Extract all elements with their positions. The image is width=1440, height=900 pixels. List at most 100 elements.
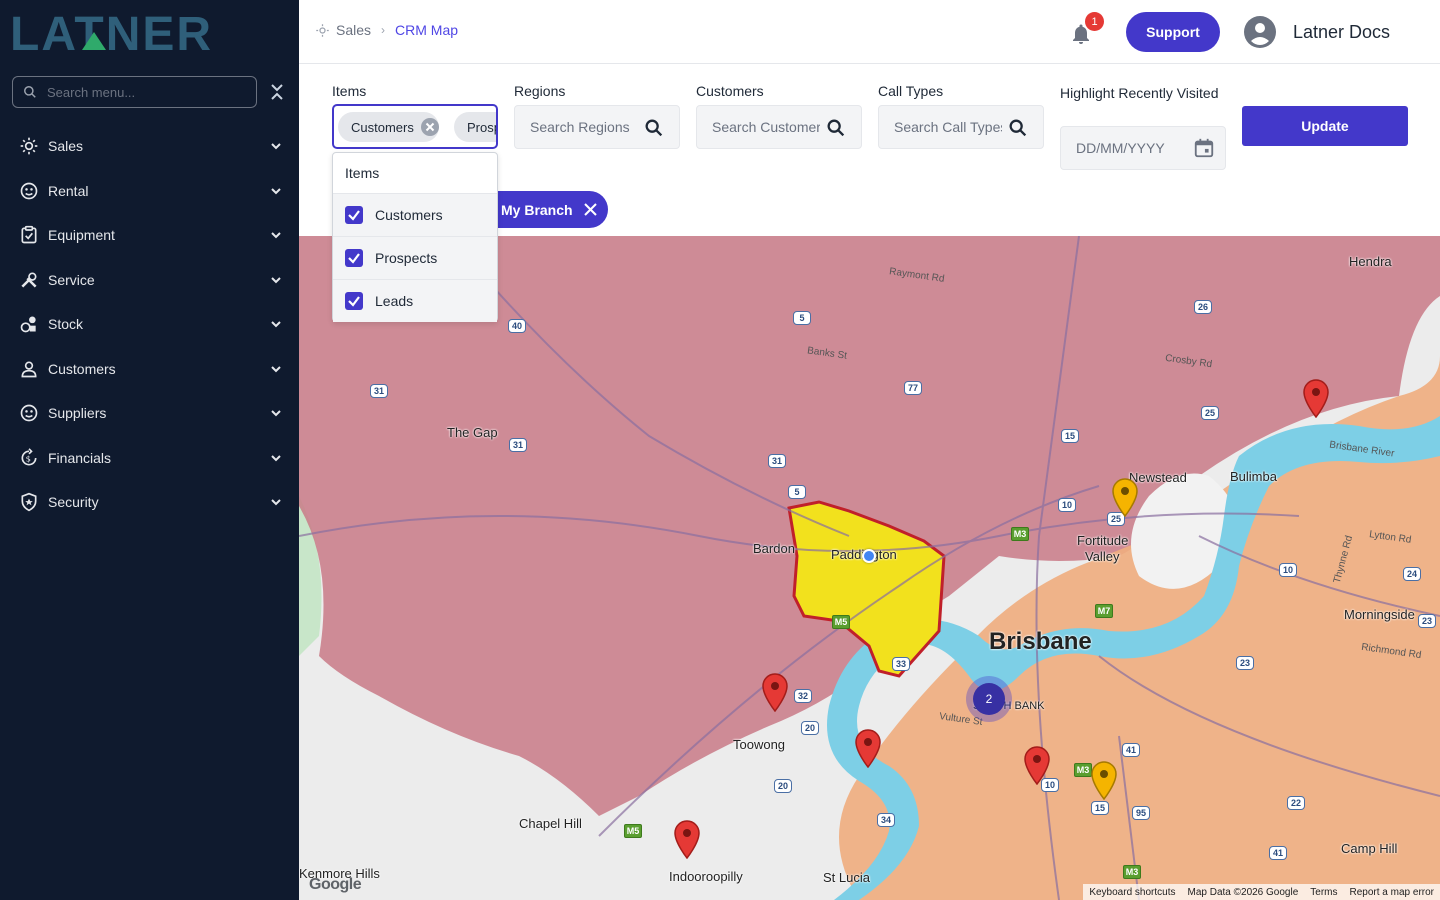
report-error-link[interactable]: Report a map error — [1344, 887, 1440, 898]
items-select[interactable]: Customers Prospects — [332, 104, 498, 149]
chevron-down-icon — [271, 410, 281, 417]
notification-badge: 1 — [1085, 12, 1104, 31]
route-shield: 15 — [1091, 801, 1109, 815]
route-shield: 26 — [1194, 300, 1212, 314]
security-icon — [18, 491, 40, 513]
route-shield: 33 — [892, 657, 910, 671]
top-bar: Sales › CRM Map 1 Support Latner Docs — [299, 0, 1440, 64]
route-shield: 20 — [774, 779, 792, 793]
sidebar-item-label: Sales — [48, 138, 84, 155]
sidebar-item-label: Customers — [48, 360, 116, 377]
route-shield: 41 — [1269, 846, 1287, 860]
sidebar-item-label: Stock — [48, 316, 84, 333]
terms-link[interactable]: Terms — [1304, 887, 1343, 898]
customer-marker[interactable] — [673, 819, 701, 859]
avatar-icon[interactable] — [1244, 16, 1276, 48]
breadcrumb-sales-link[interactable]: Sales — [336, 22, 371, 38]
sidebar-item-financials[interactable]: $ Financials — [0, 436, 299, 481]
update-button[interactable]: Update — [1242, 106, 1408, 146]
place-label: St Lucia — [823, 870, 870, 885]
suppliers-icon — [18, 402, 40, 424]
customer-marker[interactable] — [854, 728, 882, 768]
sidebar: LATNER Sales Rental Equipment Service — [0, 0, 299, 900]
close-icon[interactable] — [583, 202, 598, 217]
chevron-down-icon — [271, 366, 281, 373]
items-dropdown: Items Customers Prospects Leads — [332, 152, 498, 322]
checkbox-checked-icon[interactable] — [345, 206, 363, 224]
equipment-icon — [18, 224, 40, 246]
place-label: Camp Hill — [1341, 841, 1398, 856]
prospect-marker[interactable] — [1090, 760, 1118, 800]
place-label: Hendra — [1349, 254, 1392, 269]
collapse-sidebar-icon[interactable] — [268, 82, 286, 102]
recently-visited-date[interactable]: DD/MM/YYYY — [1060, 126, 1226, 170]
cluster-count: 2 — [973, 683, 1005, 715]
option-customers[interactable]: Customers — [333, 193, 497, 236]
route-shield: 31 — [509, 438, 527, 452]
sidebar-item-sales[interactable]: Sales — [0, 124, 299, 169]
customers-label: Customers — [696, 83, 764, 99]
route-shield: 10 — [1058, 498, 1076, 512]
regions-label: Regions — [514, 83, 566, 99]
option-leads[interactable]: Leads — [333, 279, 497, 322]
recently-visited-label: Highlight Recently Visited — [1060, 85, 1219, 101]
branch-chip-label: My Branch — [501, 201, 573, 218]
checkbox-checked-icon[interactable] — [345, 292, 363, 310]
route-shield: 15 — [1061, 429, 1079, 443]
menu-search-input[interactable] — [47, 84, 237, 100]
user-name[interactable]: Latner Docs — [1293, 22, 1390, 43]
route-shield: 23 — [1236, 656, 1254, 670]
sidebar-item-security[interactable]: Security — [0, 480, 299, 525]
calendar-icon[interactable] — [1193, 137, 1215, 159]
breadcrumb: Sales › CRM Map — [315, 22, 458, 38]
search-icon — [645, 119, 663, 137]
rental-icon — [18, 180, 40, 202]
customer-marker[interactable] — [761, 672, 789, 712]
support-button[interactable]: Support — [1126, 12, 1220, 52]
search-icon — [24, 86, 36, 98]
option-label: Customers — [375, 207, 443, 223]
crm-map[interactable]: Hendra Raymont Rd Banks St Crosby Rd The… — [299, 236, 1440, 900]
checkbox-checked-icon[interactable] — [345, 249, 363, 267]
financials-icon: $ — [18, 447, 40, 469]
sidebar-item-service[interactable]: Service — [0, 258, 299, 303]
customer-marker[interactable] — [1023, 745, 1051, 785]
customers-placeholder: Search Customers — [712, 119, 820, 135]
chip-label: Prospects — [467, 119, 496, 135]
sidebar-item-suppliers[interactable]: Suppliers — [0, 391, 299, 436]
map-canvas[interactable] — [299, 236, 1440, 900]
customers-search[interactable]: Search Customers — [696, 105, 862, 149]
customer-marker[interactable] — [1302, 378, 1330, 418]
svg-text:LATNER: LATNER — [10, 10, 213, 54]
svg-text:$: $ — [26, 453, 31, 463]
place-label: Morningside — [1344, 607, 1415, 622]
chip-prospects[interactable]: Prospects — [454, 112, 496, 142]
call-types-search[interactable]: Search Call Types — [878, 105, 1044, 149]
chevron-down-icon — [271, 277, 281, 284]
place-label: The Gap — [447, 425, 498, 440]
chip-label: Customers — [351, 119, 414, 135]
regions-search[interactable]: Search Regions — [514, 105, 680, 149]
sidebar-item-rental[interactable]: Rental — [0, 169, 299, 214]
place-label: Fortitude — [1077, 533, 1129, 548]
route-shield: M5 — [832, 615, 850, 629]
chevron-down-icon — [271, 232, 281, 239]
place-label: Bulimba — [1230, 469, 1277, 484]
place-label-brisbane: Brisbane — [989, 628, 1092, 655]
route-shield: 77 — [904, 381, 922, 395]
keyboard-shortcuts-link[interactable]: Keyboard shortcuts — [1083, 887, 1181, 898]
chevron-down-icon — [271, 321, 281, 328]
sidebar-item-customers[interactable]: Customers — [0, 347, 299, 392]
google-logo: Google — [309, 876, 362, 893]
route-shield: 5 — [793, 311, 811, 325]
option-prospects[interactable]: Prospects — [333, 236, 497, 279]
remove-chip-icon[interactable] — [420, 118, 439, 136]
prospect-marker[interactable] — [1111, 477, 1139, 517]
sidebar-item-stock[interactable]: Stock — [0, 302, 299, 347]
menu-search[interactable] — [12, 76, 257, 108]
sidebar-item-equipment[interactable]: Equipment — [0, 213, 299, 258]
marker-cluster[interactable]: 2 — [966, 676, 1012, 722]
chip-customers[interactable]: Customers — [338, 112, 439, 142]
chevron-down-icon — [271, 499, 281, 506]
sales-icon — [316, 23, 329, 37]
